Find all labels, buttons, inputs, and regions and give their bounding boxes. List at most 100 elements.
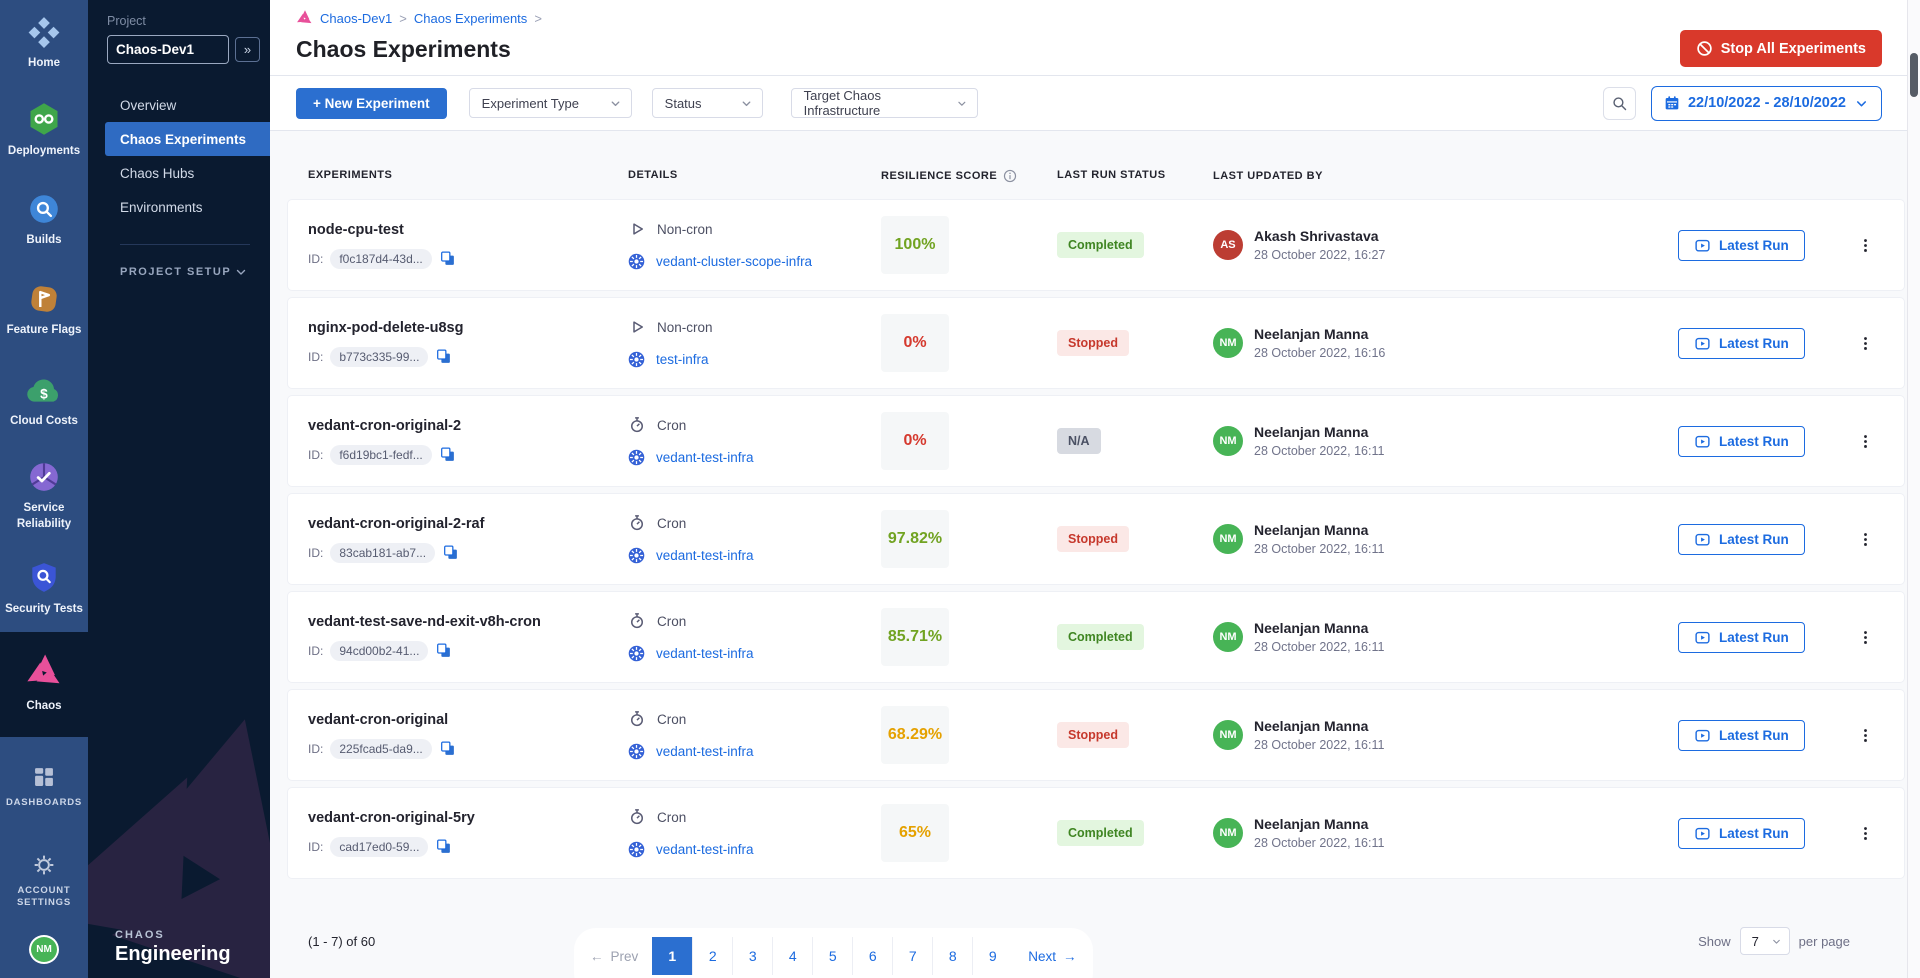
- copy-id-button[interactable]: [439, 740, 456, 757]
- sidebar-item-service-reliability[interactable]: Service Reliability: [0, 447, 88, 546]
- experiment-row[interactable]: vedant-cron-original-2 ID: f6d19bc1-fedf…: [288, 396, 1904, 486]
- prev-page-button[interactable]: ← Prev: [590, 949, 638, 964]
- page-button-2[interactable]: 2: [692, 937, 732, 975]
- user-avatar[interactable]: NM: [29, 935, 59, 964]
- page-title: Chaos Experiments: [296, 36, 1880, 63]
- infrastructure-link[interactable]: vedant-test-infra: [656, 744, 754, 759]
- infrastructure-link[interactable]: vedant-test-infra: [656, 450, 754, 465]
- sidebar-item-security-tests[interactable]: Security Tests: [0, 546, 88, 632]
- latest-run-button[interactable]: Latest Run: [1678, 328, 1805, 359]
- experiment-row[interactable]: node-cpu-test ID: f0c187d4-43d... Non-cr…: [288, 200, 1904, 290]
- latest-run-icon: [1694, 433, 1711, 450]
- new-experiment-button[interactable]: + New Experiment: [296, 88, 447, 119]
- row-menu-button[interactable]: [1853, 625, 1878, 650]
- infrastructure-link[interactable]: test-infra: [656, 352, 709, 367]
- column-resilience-score: RESILIENCE SCORE: [881, 169, 1057, 183]
- experiment-name[interactable]: vedant-cron-original-2: [308, 418, 628, 434]
- infrastructure-link[interactable]: vedant-test-infra: [656, 548, 754, 563]
- experiment-id: f6d19bc1-fedf...: [330, 445, 431, 465]
- last-updated-by-cell: NM Neelanjan Manna 28 October 2022, 16:1…: [1213, 816, 1678, 850]
- sidebar-item-dashboards[interactable]: DASHBOARDS: [0, 749, 88, 825]
- target-infrastructure-filter[interactable]: Target Chaos Infrastructure: [791, 88, 978, 118]
- row-menu-button[interactable]: [1853, 331, 1878, 356]
- sidebar-item-cloud-costs[interactable]: $ Cloud Costs: [0, 356, 88, 447]
- sidebar-item-chaos[interactable]: Chaos: [0, 632, 88, 737]
- copy-id-button[interactable]: [439, 446, 456, 463]
- copy-id-button[interactable]: [439, 250, 456, 267]
- experiment-row[interactable]: vedant-test-save-nd-exit-v8h-cron ID: 94…: [288, 592, 1904, 682]
- row-menu-button[interactable]: [1853, 723, 1878, 748]
- page-button-8[interactable]: 8: [932, 937, 972, 975]
- row-menu-button[interactable]: [1853, 527, 1878, 552]
- sidebar-item-feature-flags[interactable]: Feature Flags: [0, 265, 88, 356]
- copy-id-button[interactable]: [435, 838, 452, 855]
- latest-run-button[interactable]: Latest Run: [1678, 230, 1805, 261]
- status-badge: Stopped: [1057, 526, 1129, 552]
- status-badge: Completed: [1057, 232, 1144, 258]
- nav-item-chaos-experiments[interactable]: Chaos Experiments: [105, 122, 270, 156]
- status-filter[interactable]: Status: [652, 88, 763, 118]
- page-button-7[interactable]: 7: [892, 937, 932, 975]
- row-menu-button[interactable]: [1853, 233, 1878, 258]
- page-size-select[interactable]: 7: [1740, 927, 1790, 955]
- details-cell: Cron vedant-test-infra: [628, 808, 881, 858]
- row-menu-button[interactable]: [1853, 821, 1878, 846]
- page-button-5[interactable]: 5: [812, 937, 852, 975]
- next-page-button[interactable]: Next →: [1028, 949, 1076, 964]
- sidebar-item-account-settings[interactable]: ACCOUNT SETTINGS: [0, 837, 88, 925]
- scrollbar-thumb[interactable]: [1910, 53, 1918, 97]
- infrastructure-link[interactable]: vedant-test-infra: [656, 842, 754, 857]
- non-cron-play-icon: [628, 220, 646, 238]
- nav-item-overview[interactable]: Overview: [88, 88, 270, 122]
- info-icon[interactable]: [1003, 169, 1017, 183]
- sidebar-item-home[interactable]: Home: [0, 0, 88, 86]
- collapse-sidebar-button[interactable]: »: [235, 37, 260, 62]
- stop-all-experiments-button[interactable]: Stop All Experiments: [1680, 30, 1882, 67]
- breadcrumb-experiments-link[interactable]: Chaos Experiments: [414, 11, 527, 26]
- page-button-4[interactable]: 4: [772, 937, 812, 975]
- experiment-row[interactable]: vedant-cron-original-2-raf ID: 83cab181-…: [288, 494, 1904, 584]
- experiment-row[interactable]: vedant-cron-original-5ry ID: cad17ed0-59…: [288, 788, 1904, 878]
- experiment-name[interactable]: vedant-cron-original: [308, 712, 628, 728]
- experiment-name[interactable]: vedant-cron-original-5ry: [308, 810, 628, 826]
- id-prefix: ID:: [308, 742, 323, 756]
- experiment-name[interactable]: vedant-test-save-nd-exit-v8h-cron: [308, 614, 628, 630]
- copy-id-button[interactable]: [442, 544, 459, 561]
- nav-item-chaos-hubs[interactable]: Chaos Hubs: [88, 156, 270, 190]
- scrollbar-track[interactable]: [1907, 0, 1920, 978]
- latest-run-button[interactable]: Latest Run: [1678, 524, 1805, 555]
- breadcrumb-project-link[interactable]: Chaos-Dev1: [320, 11, 392, 26]
- page-button-6[interactable]: 6: [852, 937, 892, 975]
- infrastructure-link[interactable]: vedant-test-infra: [656, 646, 754, 661]
- latest-run-button[interactable]: Latest Run: [1678, 426, 1805, 457]
- experiment-name[interactable]: nginx-pod-delete-u8sg: [308, 320, 628, 336]
- nav-item-environments[interactable]: Environments: [88, 190, 270, 224]
- service-reliability-icon: [27, 460, 61, 494]
- infrastructure-link[interactable]: vedant-cluster-scope-infra: [656, 254, 812, 269]
- copy-id-button[interactable]: [435, 348, 452, 365]
- sidebar-item-builds[interactable]: Builds: [0, 176, 88, 266]
- project-setup-toggle[interactable]: PROJECT SETUP: [120, 265, 248, 279]
- row-menu-button[interactable]: [1853, 429, 1878, 454]
- search-button[interactable]: [1603, 87, 1636, 120]
- experiment-name[interactable]: node-cpu-test: [308, 222, 628, 238]
- latest-run-button[interactable]: Latest Run: [1678, 622, 1805, 653]
- project-setup-label: PROJECT SETUP: [120, 266, 231, 278]
- page-button-1[interactable]: 1: [652, 937, 692, 975]
- date-range-picker[interactable]: 22/10/2022 - 28/10/2022: [1651, 86, 1882, 121]
- user-avatar: NM: [1213, 818, 1243, 848]
- calendar-icon: [1664, 95, 1680, 111]
- page-button-9[interactable]: 9: [972, 937, 1012, 975]
- sidebar-item-deployments[interactable]: Deployments: [0, 86, 88, 176]
- project-select-input[interactable]: [107, 35, 229, 64]
- experiment-row[interactable]: nginx-pod-delete-u8sg ID: b773c335-99...…: [288, 298, 1904, 388]
- copy-id-button[interactable]: [435, 642, 452, 659]
- latest-run-button[interactable]: Latest Run: [1678, 720, 1805, 751]
- latest-run-button[interactable]: Latest Run: [1678, 818, 1805, 849]
- experiment-name[interactable]: vedant-cron-original-2-raf: [308, 516, 628, 532]
- experiment-type-filter[interactable]: Experiment Type: [469, 88, 632, 118]
- page-button-3[interactable]: 3: [732, 937, 772, 975]
- schedule-type-label: Cron: [657, 418, 686, 433]
- experiment-row[interactable]: vedant-cron-original ID: 225fcad5-da9...…: [288, 690, 1904, 780]
- stop-all-label: Stop All Experiments: [1721, 41, 1866, 57]
